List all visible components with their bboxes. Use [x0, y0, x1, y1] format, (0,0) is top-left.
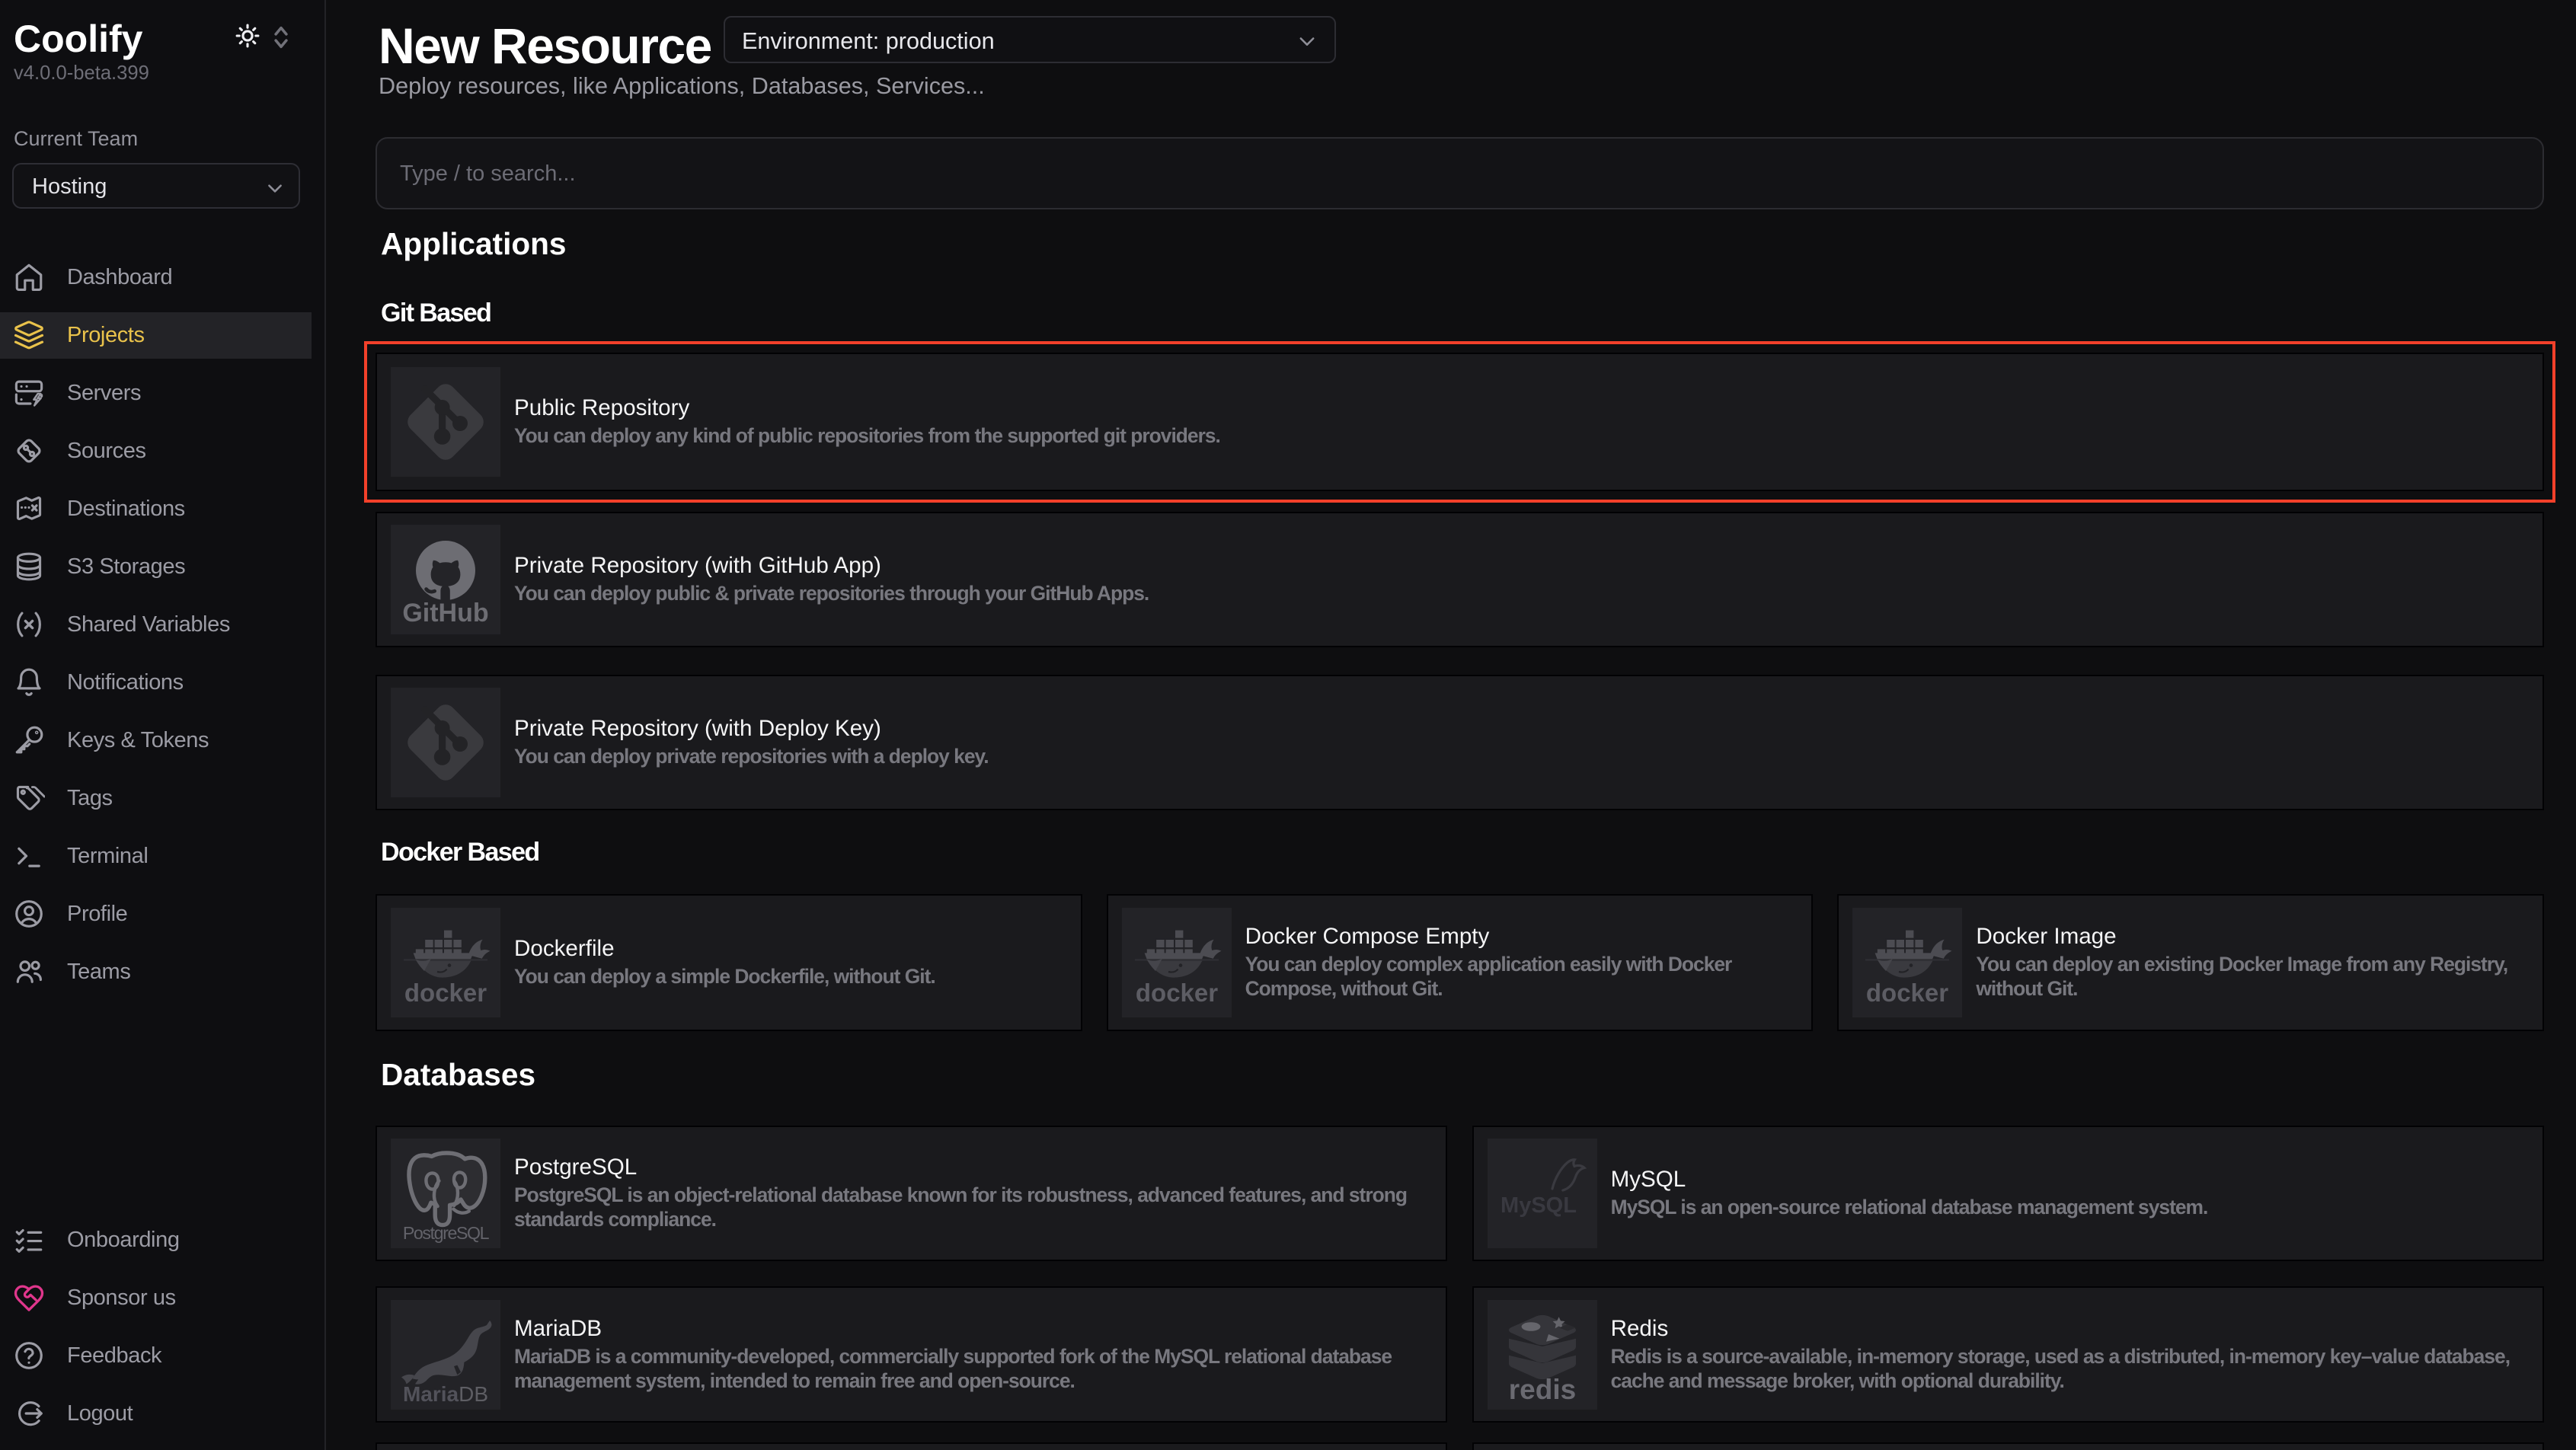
svg-text:docker: docker [1135, 979, 1217, 1007]
svg-text:docker: docker [1866, 979, 1948, 1007]
svg-text:redis: redis [1508, 1374, 1575, 1405]
svg-text:GitHub: GitHub [402, 599, 488, 628]
svg-text:PostgreSQL: PostgreSQL [403, 1223, 490, 1243]
svg-text:docker: docker [404, 979, 487, 1007]
svg-text:MariaDB: MariaDB [403, 1382, 488, 1406]
svg-text:MySQL: MySQL [1501, 1193, 1577, 1218]
